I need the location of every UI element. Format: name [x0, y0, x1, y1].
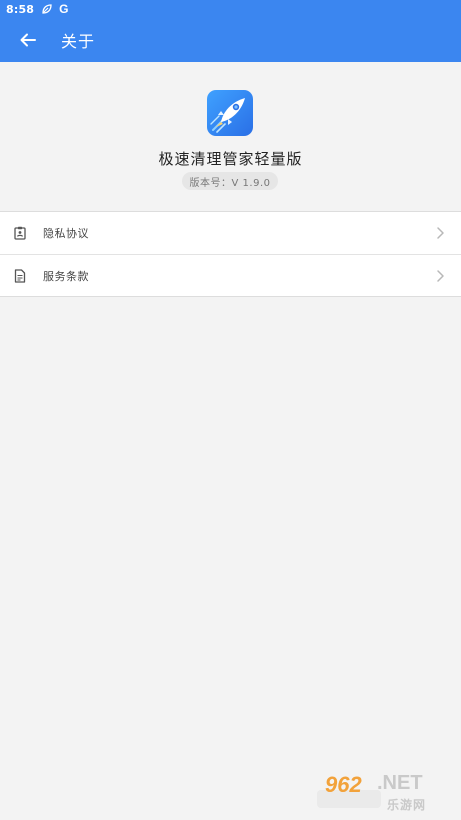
app-bar: 关于	[0, 18, 461, 62]
app-name: 极速清理管家轻量版	[158, 150, 303, 168]
watermark: 962 .NET 乐游网	[317, 770, 455, 814]
terms-of-service-item[interactable]: 服务条款	[0, 254, 461, 296]
menu-list: 隐私协议 服务条款	[0, 211, 461, 297]
about-header: 极速清理管家轻量版 版本号：V 1.9.0	[0, 62, 461, 212]
google-icon: G	[59, 2, 69, 16]
leaf-icon	[42, 4, 52, 14]
chevron-right-icon	[437, 227, 444, 239]
status-bar: 8:58 G	[0, 0, 461, 18]
terms-of-service-label: 服务条款	[43, 269, 89, 283]
status-time: 8:58	[6, 2, 35, 16]
page-title: 关于	[61, 32, 96, 51]
watermark-number: 962	[325, 772, 362, 797]
back-button[interactable]	[17, 29, 39, 51]
privacy-policy-item[interactable]: 隐私协议	[0, 212, 461, 254]
watermark-site: 乐游网	[387, 798, 427, 812]
version-badge: 版本号：V 1.9.0	[182, 172, 278, 190]
watermark-suffix: .NET	[377, 772, 423, 794]
arrow-left-icon	[20, 33, 36, 47]
privacy-policy-label: 隐私协议	[43, 227, 89, 240]
clipboard-person-icon	[13, 226, 27, 240]
rocket-icon	[207, 90, 253, 136]
document-icon	[13, 268, 27, 283]
chevron-right-icon	[437, 270, 444, 282]
